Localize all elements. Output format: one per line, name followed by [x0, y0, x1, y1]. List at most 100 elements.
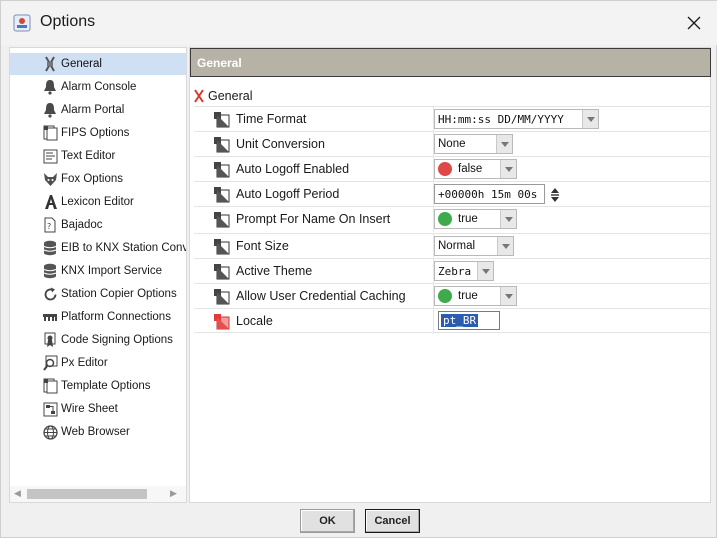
sidebar-item-fips-options[interactable]: FIPS Options: [10, 122, 186, 144]
chevron-down-icon[interactable]: [500, 160, 516, 178]
close-button[interactable]: [677, 7, 711, 39]
time-format-dropdown[interactable]: HH:mm:ss DD/MM/YYYY: [434, 109, 599, 129]
font-size-dropdown[interactable]: Normal: [434, 236, 514, 256]
property-name: Auto Logoff Enabled: [236, 162, 350, 176]
unit-conversion-value: None: [438, 138, 466, 150]
property-slot-icon: [214, 112, 230, 128]
auto-logoff-period-value: +00000h 15m 00s: [438, 187, 538, 201]
sidebar-item-text-editor[interactable]: Text Editor: [10, 145, 186, 167]
property-slot-icon: [214, 289, 230, 305]
property-row-unit-conversion: Unit Conversion None: [194, 131, 710, 157]
property-row-auto-logoff-enabled: Auto Logoff Enabled false: [194, 156, 710, 182]
prompt-for-name-value: true: [458, 213, 478, 225]
property-slot-icon: [214, 212, 230, 228]
sidebar-item-template-options[interactable]: Template Options: [10, 375, 186, 397]
sidebar-item-label: Wire Sheet: [61, 403, 118, 415]
svg-text:?: ?: [47, 222, 51, 231]
chevron-down-icon[interactable]: [500, 287, 516, 305]
sidebar-item-label: Platform Connections: [61, 311, 171, 323]
sidebar-item-web-browser[interactable]: Web Browser: [10, 421, 186, 443]
database-icon: [40, 261, 60, 281]
connections-icon: [40, 307, 60, 327]
chevron-down-icon[interactable]: [582, 110, 598, 128]
sidebar-item-wire-sheet[interactable]: Wire Sheet: [10, 398, 186, 420]
auto-logoff-period-input[interactable]: +00000h 15m 00s: [434, 184, 545, 204]
refresh-icon: [40, 284, 60, 304]
auto-logoff-enabled-dropdown[interactable]: false: [434, 159, 517, 179]
property-row-active-theme: Active Theme Zebra: [194, 258, 710, 284]
scroll-left-arrow-icon[interactable]: ◀: [14, 489, 21, 499]
globe-icon: [40, 422, 60, 442]
sidebar-item-general[interactable]: General: [10, 53, 186, 75]
fox-icon: [40, 169, 60, 189]
property-slot-modified-icon: [214, 314, 230, 330]
sidebar-item-label: Fox Options: [61, 173, 123, 185]
general-icon: [194, 89, 204, 103]
general-icon: [40, 54, 60, 74]
scroll-right-arrow-icon[interactable]: ▶: [170, 489, 177, 499]
sidebar-item-bajadoc[interactable]: ? Bajadoc: [10, 214, 186, 236]
property-row-prompt-for-name: Prompt For Name On Insert true: [194, 206, 710, 232]
ok-button[interactable]: OK: [300, 509, 355, 533]
sidebar-item-label: Alarm Portal: [61, 104, 125, 116]
property-name: Locale: [236, 314, 273, 328]
spinner-arrows-icon[interactable]: [550, 187, 560, 203]
sidebar-item-lexicon-editor[interactable]: Lexicon Editor: [10, 191, 186, 213]
sidebar-item-px-editor[interactable]: Px Editor: [10, 352, 186, 374]
unit-conversion-dropdown[interactable]: None: [434, 134, 513, 154]
options-dialog: Options General Alarm Console Alarm Port…: [0, 0, 717, 538]
sidebar-item-code-signing[interactable]: Code Signing Options: [10, 329, 186, 351]
wire-sheet-icon: [40, 399, 60, 419]
prompt-for-name-dropdown[interactable]: true: [434, 209, 517, 229]
sidebar-item-label: Text Editor: [61, 150, 116, 162]
chevron-down-icon[interactable]: [497, 237, 513, 255]
sidebar-item-label: Web Browser: [61, 426, 130, 438]
chevron-down-icon[interactable]: [496, 135, 512, 153]
sidebar-item-label: Code Signing Options: [61, 334, 173, 346]
tree-root-label: General: [208, 89, 253, 103]
chevron-down-icon[interactable]: [477, 262, 493, 280]
property-row-time-format: Time Format HH:mm:ss DD/MM/YYYY: [194, 106, 710, 132]
sidebar-horizontal-scrollbar[interactable]: ◀ ▶: [10, 486, 186, 502]
true-status-icon: [438, 289, 452, 303]
sidebar-item-label: Template Options: [61, 380, 151, 392]
scrollbar-thumb[interactable]: [27, 489, 147, 499]
sidebar-item-station-copier[interactable]: Station Copier Options: [10, 283, 186, 305]
bajadoc-icon: ?: [40, 215, 60, 235]
sidebar-item-label: General: [61, 58, 102, 70]
auto-logoff-enabled-value: false: [458, 163, 483, 175]
column-divider: [433, 309, 434, 334]
sidebar-item-eib-to-knx[interactable]: EIB to KNX Station Conve: [10, 237, 186, 259]
active-theme-dropdown[interactable]: Zebra: [434, 261, 494, 281]
sidebar-item-fox-options[interactable]: Fox Options: [10, 168, 186, 190]
document-icon: [40, 123, 60, 143]
chevron-down-icon[interactable]: [500, 210, 516, 228]
sidebar-item-knx-import[interactable]: KNX Import Service: [10, 260, 186, 282]
app-icon: [13, 14, 31, 32]
sidebar-item-label: Lexicon Editor: [61, 196, 134, 208]
credential-caching-value: true: [458, 290, 478, 302]
cancel-button[interactable]: Cancel: [365, 509, 420, 533]
credential-caching-dropdown[interactable]: true: [434, 286, 517, 306]
property-row-font-size: Font Size Normal: [194, 233, 710, 259]
options-sidebar: General Alarm Console Alarm Portal FIPS …: [9, 47, 187, 503]
property-name: Active Theme: [236, 264, 313, 278]
active-theme-value: Zebra: [438, 264, 472, 278]
property-slot-icon: [214, 137, 230, 153]
sidebar-item-label: Bajadoc: [61, 219, 103, 231]
locale-input[interactable]: pt_BR: [438, 311, 500, 330]
time-format-value: HH:mm:ss DD/MM/YYYY: [438, 112, 564, 126]
title-bar: Options: [1, 1, 717, 45]
panel-header: General: [190, 48, 711, 77]
false-status-icon: [438, 162, 452, 176]
sidebar-item-platform-connections[interactable]: Platform Connections: [10, 306, 186, 328]
database-icon: [40, 238, 60, 258]
sidebar-item-alarm-console[interactable]: Alarm Console: [10, 76, 186, 98]
property-tree-root[interactable]: General: [190, 86, 252, 106]
property-name: Font Size: [236, 239, 289, 253]
bell-icon: [40, 100, 60, 120]
sidebar-item-alarm-portal[interactable]: Alarm Portal: [10, 99, 186, 121]
property-slot-icon: [214, 264, 230, 280]
font-size-value: Normal: [438, 240, 476, 252]
property-slot-icon: [214, 162, 230, 178]
